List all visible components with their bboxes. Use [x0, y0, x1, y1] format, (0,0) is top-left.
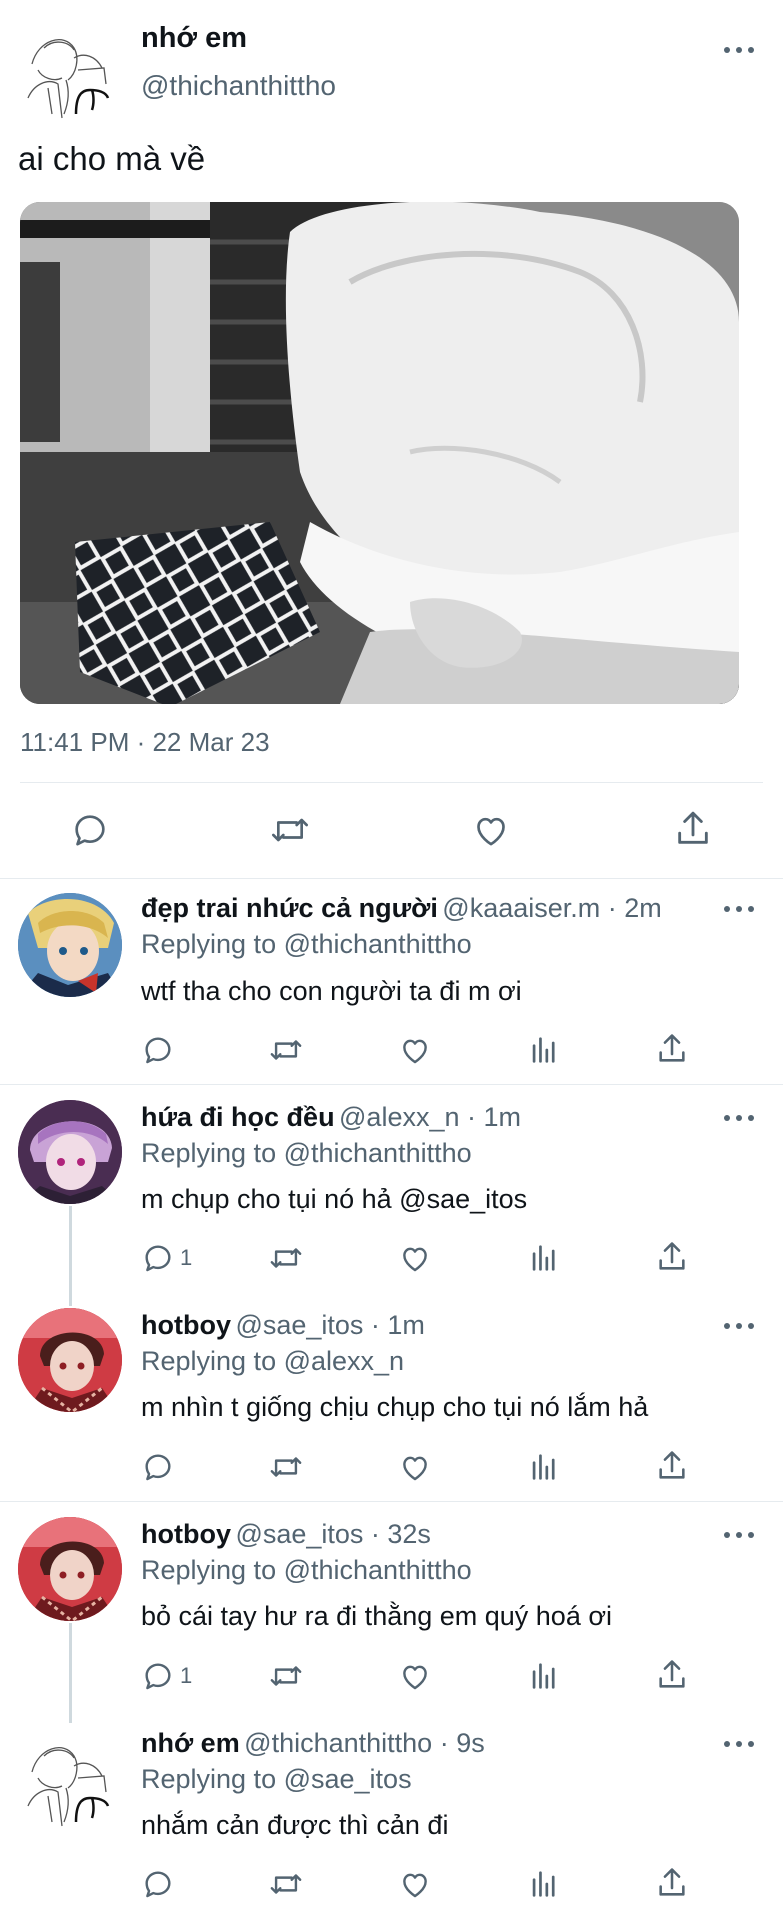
views-icon[interactable]	[527, 1867, 561, 1901]
display-name[interactable]: đẹp trai nhức cả người	[141, 893, 438, 923]
retweet-icon[interactable]	[267, 1659, 305, 1693]
more-options-icon[interactable]	[724, 904, 754, 914]
reply-count: 1	[180, 1663, 193, 1688]
share-icon[interactable]	[655, 1657, 689, 1693]
more-options-icon[interactable]	[724, 1321, 754, 1331]
display-name[interactable]: nhớ em	[141, 22, 247, 55]
tweet-timestamp[interactable]: 11:41 PM · 22 Mar 23	[20, 727, 270, 758]
divider	[0, 1084, 783, 1085]
replying-to: Replying to @thichanthittho	[141, 1138, 472, 1168]
share-icon[interactable]	[655, 1031, 689, 1067]
reply-icon[interactable]	[141, 1033, 175, 1067]
retweet-icon[interactable]	[267, 1241, 305, 1275]
share-icon[interactable]	[655, 1865, 689, 1901]
mention-link[interactable]: @thichanthittho	[284, 1555, 472, 1585]
replying-to: Replying to @sae_itos	[141, 1764, 412, 1794]
avatar[interactable]	[18, 18, 122, 122]
views-icon[interactable]	[527, 1241, 561, 1275]
avatar[interactable]	[18, 1726, 122, 1830]
share-icon[interactable]	[655, 1239, 689, 1275]
reply-icon[interactable]	[141, 1241, 175, 1275]
avatar[interactable]	[18, 1517, 122, 1621]
display-name[interactable]: nhớ em	[141, 1728, 240, 1758]
reply-header: hotboy @sae_itos · 32s	[141, 1519, 431, 1550]
reply-icon[interactable]	[70, 810, 110, 850]
views-icon[interactable]	[527, 1659, 561, 1693]
display-name[interactable]: hotboy	[141, 1310, 231, 1340]
replying-to: Replying to @thichanthittho	[141, 929, 472, 959]
share-icon[interactable]	[655, 1448, 689, 1484]
like-icon[interactable]	[398, 1450, 432, 1484]
reply-header: hotboy @sae_itos · 1m	[141, 1310, 425, 1341]
replying-to: Replying to @alexx_n	[141, 1346, 405, 1376]
like-icon[interactable]	[398, 1241, 432, 1275]
mention-link[interactable]: @sae_itos	[399, 1184, 527, 1214]
reply-text: wtf tha cho con người ta đi m ơi	[141, 976, 522, 1006]
mention-link[interactable]: @thichanthittho	[284, 929, 472, 959]
mention-link[interactable]: @sae_itos	[284, 1764, 412, 1794]
share-icon[interactable]	[673, 808, 713, 850]
display-name[interactable]: hứa đi học đều	[141, 1102, 335, 1132]
handle-time[interactable]: @sae_itos · 32s	[235, 1519, 431, 1549]
tweet-text: ai cho mà về	[18, 140, 206, 177]
like-icon[interactable]	[471, 810, 511, 850]
like-icon[interactable]	[398, 1659, 432, 1693]
display-name[interactable]: hotboy	[141, 1519, 231, 1549]
reply-icon[interactable]	[141, 1867, 175, 1901]
more-options-icon[interactable]	[724, 1739, 754, 1749]
mention-link[interactable]: @alexx_n	[284, 1346, 404, 1376]
reply-count: 1	[180, 1245, 193, 1270]
retweet-icon[interactable]	[267, 1033, 305, 1067]
replying-to: Replying to @thichanthittho	[141, 1555, 472, 1585]
reply-header: đẹp trai nhức cả người @kaaaiser.m · 2m	[141, 893, 662, 924]
tweet-media-photo[interactable]	[20, 202, 739, 704]
more-options-icon[interactable]	[724, 1530, 754, 1540]
more-options-icon[interactable]	[724, 1113, 754, 1123]
views-icon[interactable]	[527, 1033, 561, 1067]
more-options-icon[interactable]	[724, 45, 754, 55]
mention-link[interactable]: @thichanthittho	[284, 1138, 472, 1168]
avatar[interactable]	[18, 1100, 122, 1204]
retweet-icon[interactable]	[267, 1450, 305, 1484]
handle[interactable]: @thichanthittho	[141, 70, 336, 102]
reply-icon[interactable]	[141, 1450, 175, 1484]
handle-time[interactable]: @sae_itos · 1m	[235, 1310, 424, 1340]
retweet-icon[interactable]	[267, 1867, 305, 1901]
divider	[0, 878, 783, 879]
handle-time[interactable]: @thichanthittho · 9s	[244, 1728, 485, 1758]
thread-line	[69, 1623, 72, 1723]
like-icon[interactable]	[398, 1033, 432, 1067]
avatar[interactable]	[18, 1308, 122, 1412]
divider	[0, 1501, 783, 1502]
reply-text: m nhìn t giống chịu chụp cho tụi nó lắm …	[141, 1392, 649, 1422]
reply-header: nhớ em @thichanthittho · 9s	[141, 1728, 485, 1759]
reply-text: bỏ cái tay hư ra đi thằng em quý hoá ơi	[141, 1601, 613, 1631]
retweet-icon[interactable]	[268, 810, 312, 850]
reply-text: nhắm cản được thì cản đi	[141, 1810, 449, 1840]
views-icon[interactable]	[527, 1450, 561, 1484]
like-icon[interactable]	[398, 1867, 432, 1901]
reply-header: hứa đi học đều @alexx_n · 1m	[141, 1102, 521, 1133]
divider	[20, 782, 763, 783]
reply-text: m chụp cho tụi nó hả @sae_itos	[141, 1184, 528, 1214]
handle-time[interactable]: @alexx_n · 1m	[339, 1102, 521, 1132]
handle-time[interactable]: @kaaaiser.m · 2m	[442, 893, 661, 923]
reply-icon[interactable]	[141, 1659, 175, 1693]
avatar[interactable]	[18, 893, 122, 997]
thread-line	[69, 1206, 72, 1306]
